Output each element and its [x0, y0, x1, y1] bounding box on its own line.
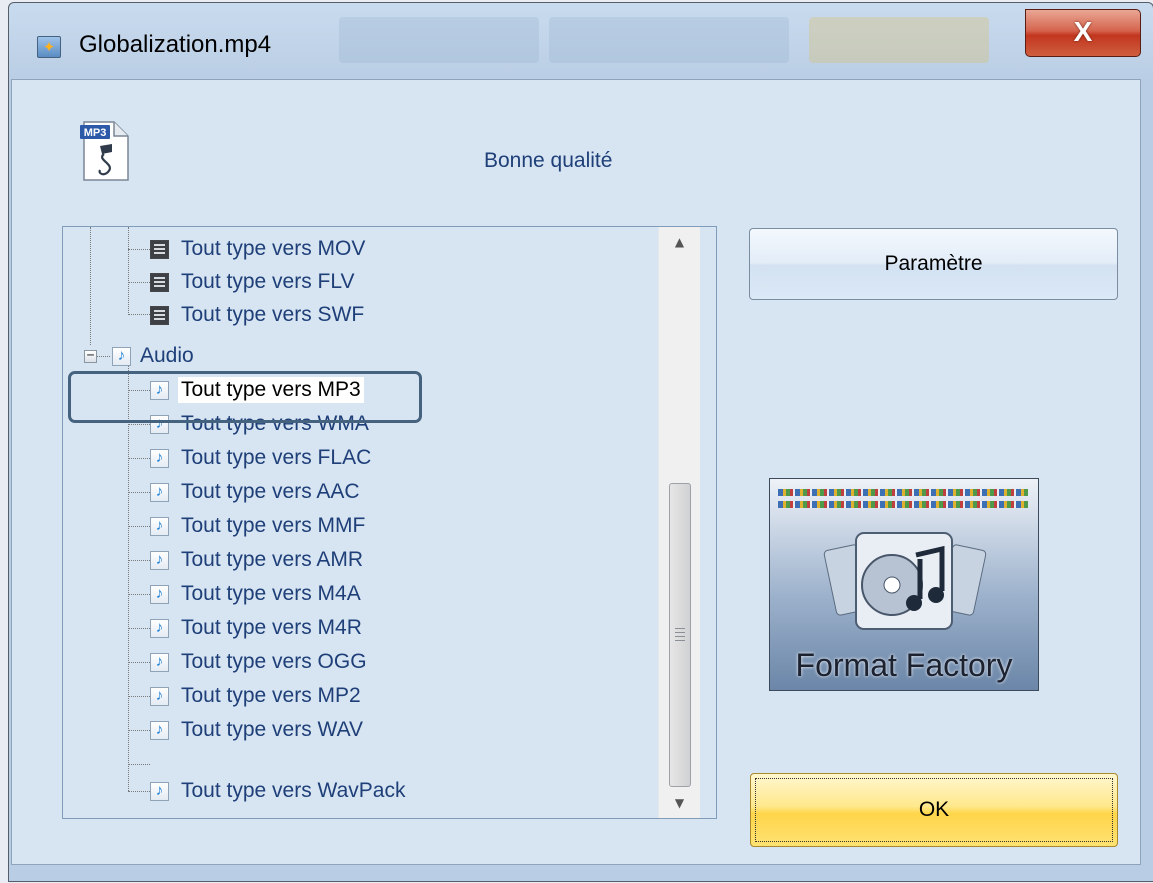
audio-file-icon: ♪	[150, 414, 169, 434]
tree-guide-line	[128, 560, 150, 561]
tree-guide-line	[128, 314, 150, 315]
focus-outline	[755, 778, 1113, 842]
tree-guide-line	[90, 227, 91, 345]
tree-item-m4a[interactable]: ♪ Tout type vers M4A	[150, 578, 364, 610]
tree-item-mmf[interactable]: ♪ Tout type vers MMF	[150, 510, 368, 542]
audio-collapse-toggle[interactable]: −	[84, 349, 97, 363]
tree-item-swf[interactable]: Tout type vers SWF	[150, 299, 367, 331]
tree-item-mp2[interactable]: ♪ Tout type vers MP2	[150, 680, 364, 712]
tree-guide-line	[128, 227, 129, 313]
tree-item-label: Tout type vers MMF	[181, 514, 366, 537]
tree-item-ogg[interactable]: ♪ Tout type vers OGG	[150, 646, 370, 678]
quality-label: Bonne qualité	[484, 149, 613, 172]
audio-file-icon: ♪	[150, 584, 169, 604]
background-toolbar-ghost	[809, 17, 989, 63]
audio-file-icon: ♪	[150, 550, 169, 570]
tree-item-mov[interactable]: Tout type vers MOV	[150, 233, 368, 265]
mp3-file-icon: MP3	[80, 121, 129, 181]
tree-item-label: Tout type vers WMA	[181, 412, 369, 435]
tree-group-audio[interactable]: ♪ Audio	[112, 340, 197, 372]
tree-item-wma[interactable]: ♪ Tout type vers WMA	[150, 408, 372, 440]
audio-note-icon: ♪	[112, 346, 131, 366]
format-factory-logo: Format Factory	[769, 478, 1039, 691]
audio-file-icon: ♪	[150, 652, 169, 672]
close-button[interactable]: X	[1025, 9, 1141, 57]
scrollbar-grip-icon	[675, 628, 685, 642]
tree-item-flv[interactable]: Tout type vers FLV	[150, 266, 358, 298]
scroll-up-arrow-icon[interactable]: ▲	[659, 229, 700, 255]
tree-item-label: Tout type vers MOV	[181, 237, 366, 260]
logo-text: Format Factory	[795, 647, 1013, 683]
title-bar: ✦ Globalization.mp4 X	[9, 3, 1153, 83]
tree-item-label: Tout type vers SWF	[181, 303, 365, 326]
logo-icon-strip	[778, 501, 1028, 508]
audio-file-icon: ♪	[150, 781, 169, 801]
tree-item-mp3[interactable]: ♪ Tout type vers MP3	[150, 374, 364, 406]
conversion-dialog: ✦ Globalization.mp4 X MP3 Bonne qualité	[8, 2, 1153, 882]
tree-item-label: Tout type vers AMR	[181, 548, 364, 571]
tree-guide-line	[128, 424, 150, 425]
tree-item-label: Tout type vers MP2	[181, 684, 361, 707]
tree-group-label: Audio	[140, 344, 194, 367]
tree-guide-line	[128, 526, 150, 527]
tree-guide-line	[128, 492, 150, 493]
tree-guide-line	[128, 764, 150, 765]
tree-item-label: Tout type vers MP3	[178, 377, 364, 403]
logo-icon-strip	[778, 489, 1028, 496]
tree-item-amr[interactable]: ♪ Tout type vers AMR	[150, 544, 366, 576]
settings-button[interactable]: Paramètre	[749, 228, 1118, 300]
background-toolbar-ghost	[549, 17, 789, 63]
window-title: Globalization.mp4	[79, 31, 272, 58]
tree-item-m4r[interactable]: ♪ Tout type vers M4R	[150, 612, 365, 644]
logo-media-icon	[823, 532, 987, 630]
scroll-down-arrow-icon[interactable]: ▼	[659, 790, 700, 816]
video-file-icon	[150, 272, 169, 292]
tree-guide-line	[128, 730, 150, 731]
video-file-icon	[150, 239, 169, 259]
tree-guide-line	[128, 249, 150, 250]
mp3-badge-text: MP3	[84, 127, 107, 139]
background-toolbar-ghost	[339, 17, 539, 63]
tree-item-wavpack[interactable]: ♪ Tout type vers WavPack	[150, 775, 408, 807]
audio-file-icon: ♪	[150, 686, 169, 706]
tree-item-label: Tout type vers WavPack	[181, 779, 406, 802]
tree-scrollbar[interactable]: ▲ ▼	[658, 227, 700, 818]
tree-item-label: Tout type vers FLV	[181, 270, 355, 293]
tree-guide-line	[128, 594, 150, 595]
tree-guide-line	[128, 696, 150, 697]
tree-guide-line	[128, 458, 150, 459]
audio-file-icon: ♪	[150, 482, 169, 502]
tree-item-label: Tout type vers WAV	[181, 718, 364, 741]
video-file-icon	[150, 305, 169, 325]
tree-guide-line	[96, 356, 110, 357]
tree-guide-line	[128, 628, 150, 629]
dialog-client-area: MP3 Bonne qualité Tout type vers MOV Tou…	[11, 79, 1141, 865]
tree-guide-line	[128, 662, 150, 663]
audio-file-icon: ♪	[150, 380, 169, 400]
tree-item-label: Tout type vers AAC	[181, 480, 360, 503]
tree-guide-line	[128, 282, 150, 283]
tree-item-label: Tout type vers FLAC	[181, 446, 372, 469]
audio-file-icon: ♪	[150, 516, 169, 536]
tree-guide-line	[128, 791, 150, 792]
tree-item-label: Tout type vers M4A	[181, 582, 361, 605]
audio-file-icon: ♪	[150, 618, 169, 638]
tree-guide-line	[128, 390, 150, 391]
audio-file-icon: ♪	[150, 448, 169, 468]
app-icon: ✦	[37, 36, 61, 58]
tree-item-label: Tout type vers M4R	[181, 616, 362, 639]
tree-item-label: Tout type vers OGG	[181, 650, 367, 673]
scrollbar-thumb[interactable]	[669, 483, 691, 787]
tree-item-aac[interactable]: ♪ Tout type vers AAC	[150, 476, 363, 508]
audio-file-icon: ♪	[150, 720, 169, 740]
tree-guide-line	[128, 366, 129, 791]
tree-item-wav[interactable]: ♪ Tout type vers WAV	[150, 714, 366, 746]
format-tree[interactable]: Tout type vers MOV Tout type vers FLV To…	[62, 226, 717, 819]
ok-button[interactable]: OK	[750, 773, 1118, 847]
tree-item-flac[interactable]: ♪ Tout type vers FLAC	[150, 442, 374, 474]
